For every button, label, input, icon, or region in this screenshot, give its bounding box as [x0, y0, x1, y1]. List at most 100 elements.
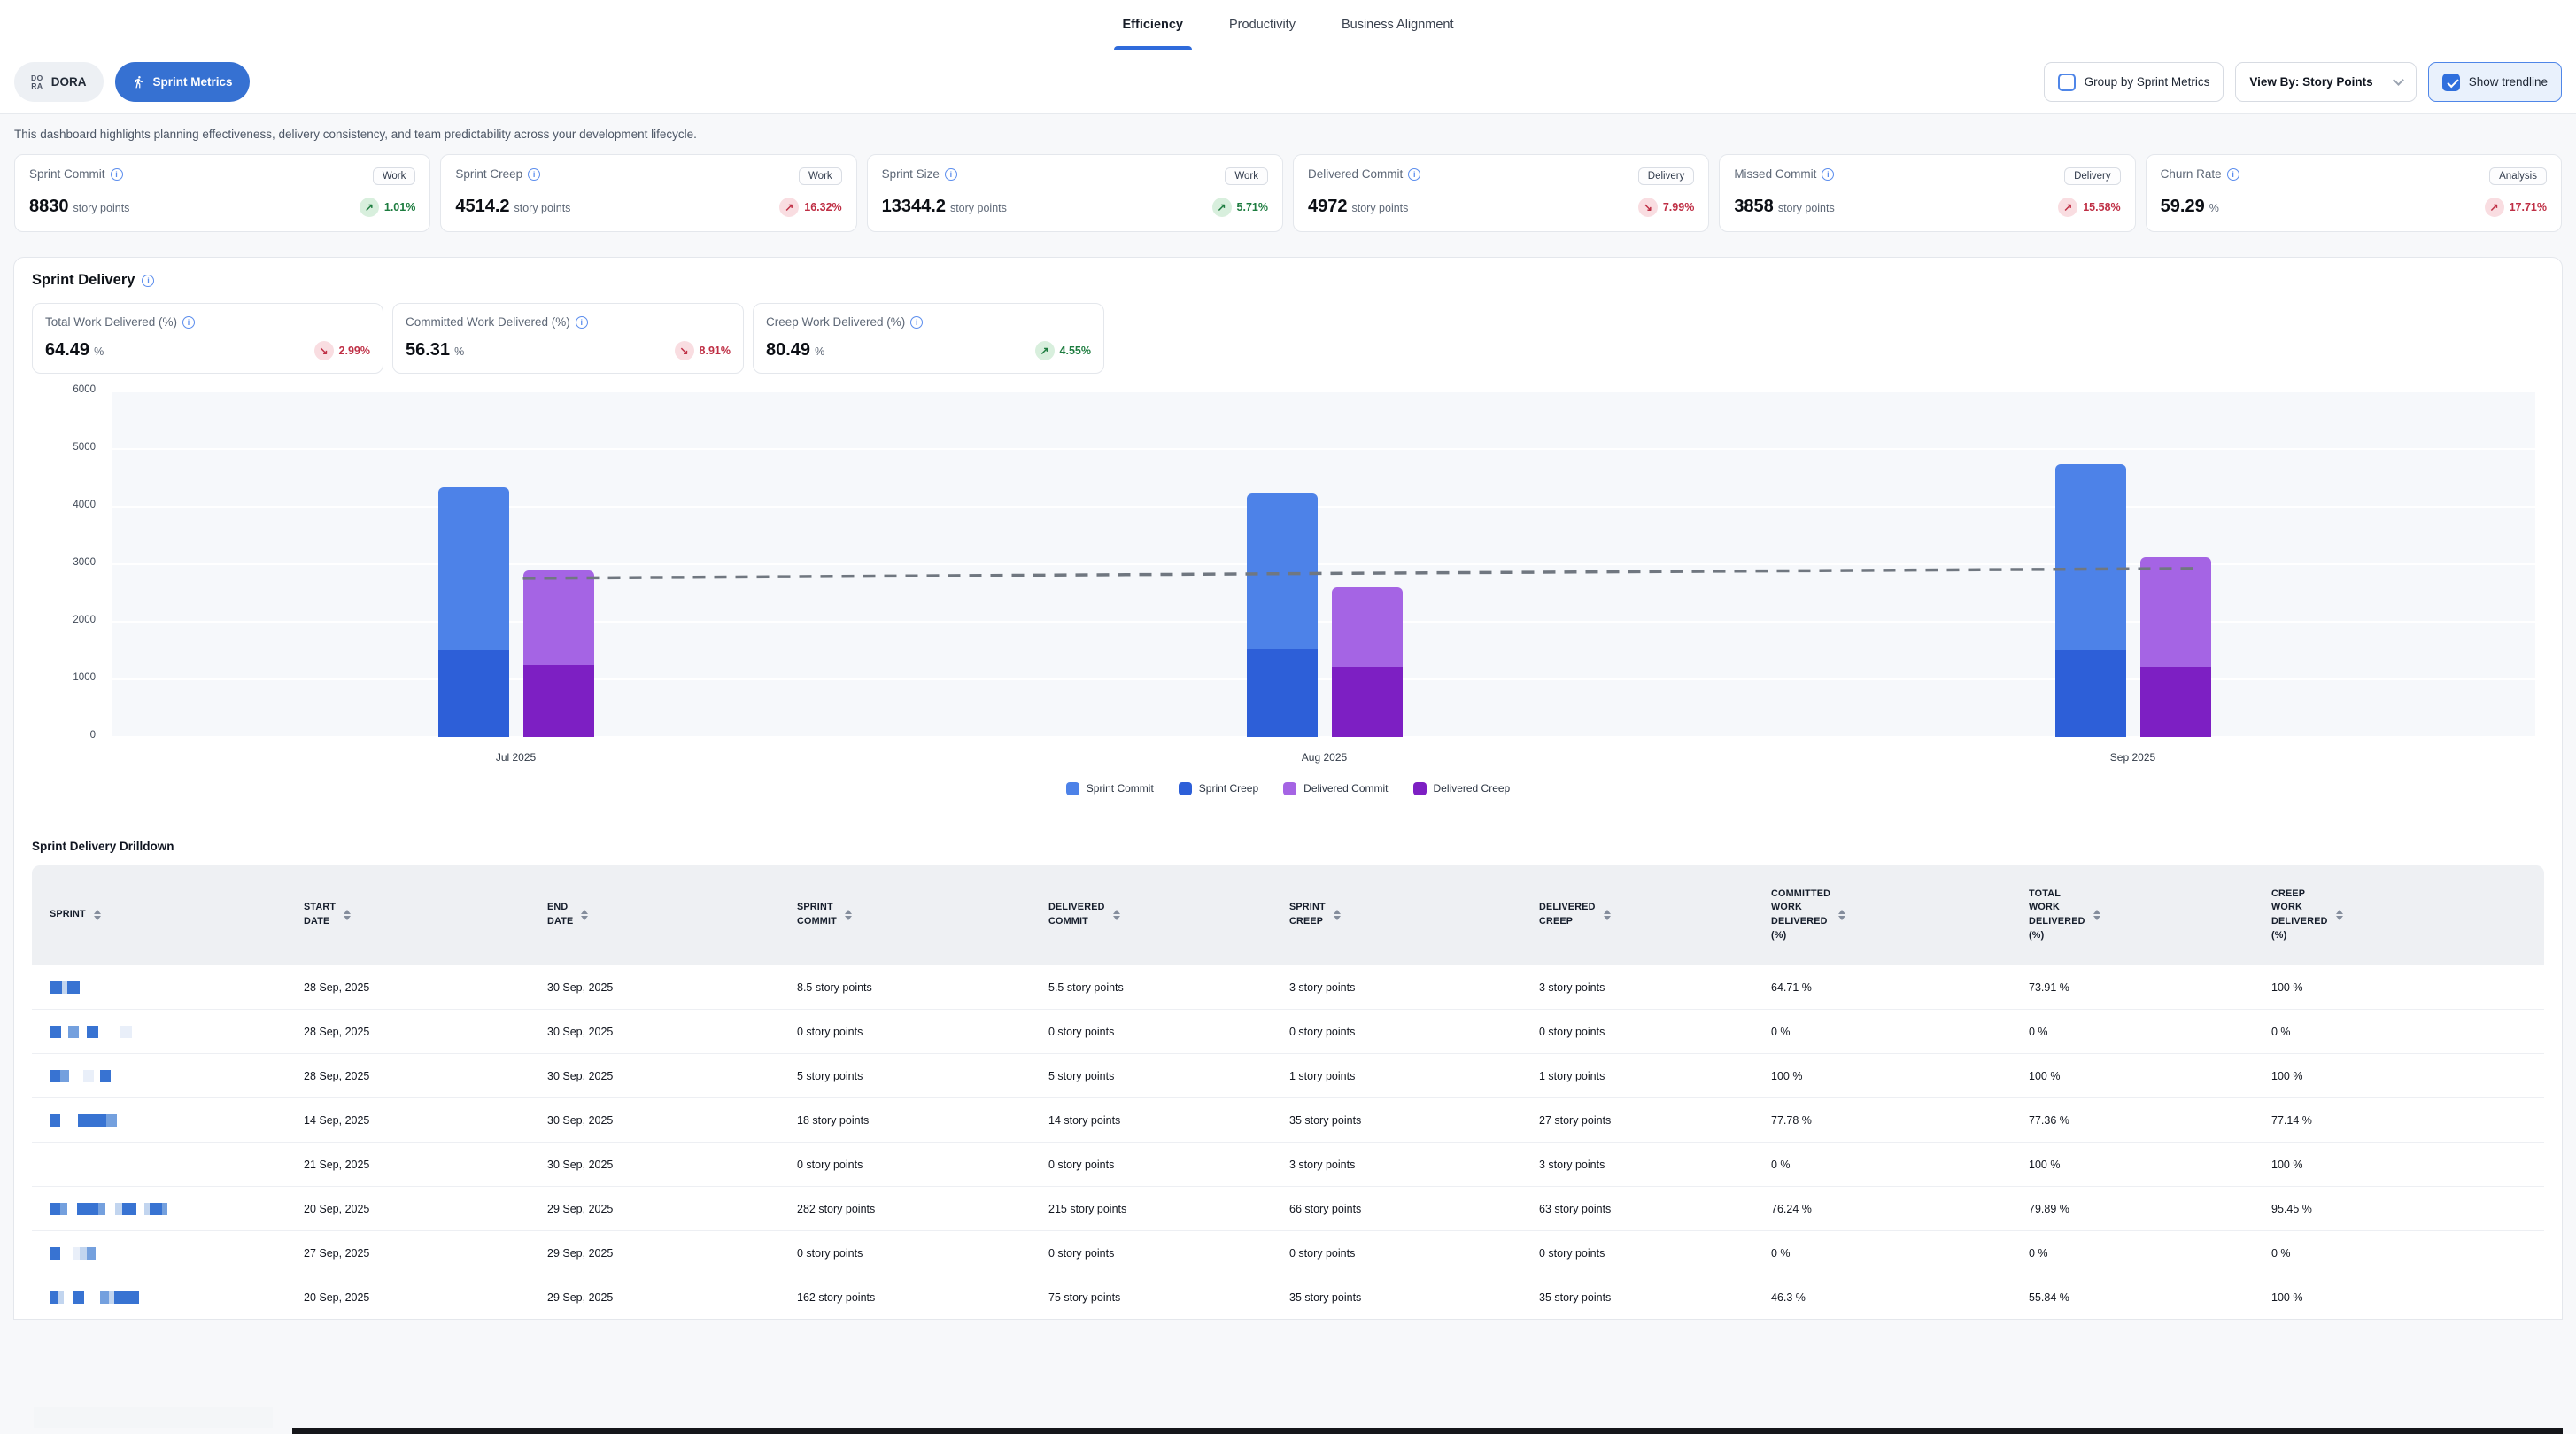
y-axis-tick-label: 5000: [32, 442, 96, 453]
metric-unit: story points: [1351, 202, 1408, 214]
info-icon[interactable]: i: [528, 168, 540, 181]
tab-productivity[interactable]: Productivity: [1226, 0, 1299, 50]
tab-efficiency[interactable]: Efficiency: [1119, 0, 1187, 50]
table-row: 28 Sep, 202530 Sep, 20250 story points0 …: [32, 1009, 2544, 1053]
redaction-block: [64, 1291, 73, 1304]
delivered-bar[interactable]: [1332, 587, 1403, 737]
column-header[interactable]: END DATE: [530, 901, 779, 928]
redacted-sprint-name: [50, 1114, 277, 1127]
redaction-block: [77, 1203, 98, 1215]
info-icon[interactable]: i: [2227, 168, 2239, 181]
sort-icon[interactable]: [1838, 910, 1845, 920]
info-icon[interactable]: i: [111, 168, 123, 181]
column-header[interactable]: DELIVERED CREEP: [1521, 901, 1753, 928]
sprint-creep-cell: 35 story points: [1272, 1114, 1521, 1127]
sort-icon[interactable]: [845, 910, 852, 920]
delivered-bar[interactable]: [523, 570, 594, 737]
delivered-bar[interactable]: [2140, 557, 2211, 737]
creep-pct-cell: 100 %: [2254, 1070, 2544, 1082]
metric-card-header: Sprint SizeiWork: [882, 167, 1268, 185]
committed-pct-cell: 0 %: [1753, 1159, 2011, 1171]
metric-value-row: 59.29%↗17.71%: [2161, 197, 2547, 217]
trend-up-icon: ↗: [1212, 198, 1232, 217]
sort-icon[interactable]: [2093, 910, 2100, 920]
redaction-block: [78, 1114, 106, 1127]
column-header[interactable]: START DATE: [286, 901, 530, 928]
metric-unit: story points: [950, 202, 1007, 214]
committed-pct-cell: 76.24 %: [1753, 1203, 2011, 1215]
total-pct-cell: 73.91 %: [2011, 981, 2254, 994]
sprint-bar[interactable]: [2055, 464, 2126, 737]
legend-item-delivered-commit[interactable]: Delivered Commit: [1283, 782, 1388, 795]
sprint-metrics-toggle-button[interactable]: Sprint Metrics: [115, 62, 250, 102]
info-icon[interactable]: i: [576, 316, 588, 329]
show-trendline-checkbox[interactable]: [2442, 74, 2460, 91]
info-icon[interactable]: i: [182, 316, 195, 329]
column-header[interactable]: COMMITTED WORK DELIVERED (%): [1753, 888, 2011, 943]
redaction-block: [50, 1203, 60, 1215]
dora-toggle-button[interactable]: DO RA DORA: [14, 62, 104, 102]
column-header[interactable]: DELIVERED COMMIT: [1031, 901, 1272, 928]
sort-icon[interactable]: [1334, 910, 1341, 920]
sort-asc-icon: [2093, 910, 2100, 914]
info-icon[interactable]: i: [142, 275, 154, 287]
delta-positive: ↗4.55%: [1035, 341, 1091, 360]
metric-value: 3858story points: [1734, 197, 1834, 217]
delta-negative: ↗17.71%: [2485, 198, 2547, 217]
tab-business-alignment[interactable]: Business Alignment: [1338, 0, 1458, 50]
delivered-commit-cell: 215 story points: [1031, 1203, 1272, 1215]
sort-icon[interactable]: [1113, 910, 1120, 920]
committed-pct-cell: 100 %: [1753, 1070, 2011, 1082]
sprint-bar[interactable]: [438, 487, 509, 737]
tab-business-alignment-label: Business Alignment: [1342, 18, 1454, 32]
view-by-select[interactable]: View By: Story Points: [2235, 62, 2416, 102]
show-trendline-control[interactable]: Show trendline: [2428, 62, 2562, 102]
legend-swatch: [1066, 782, 1079, 795]
info-icon[interactable]: i: [1822, 168, 1834, 181]
column-header[interactable]: CREEP WORK DELIVERED (%): [2254, 888, 2544, 943]
end-cell: 29 Sep, 2025: [530, 1291, 779, 1304]
legend-swatch: [1413, 782, 1427, 795]
total-pct-cell: 0 %: [2011, 1247, 2254, 1260]
info-icon[interactable]: i: [910, 316, 923, 329]
legend-item-delivered-creep[interactable]: Delivered Creep: [1413, 782, 1511, 795]
column-header[interactable]: SPRINT COMMIT: [779, 901, 1031, 928]
subcard-title-text: Total Work Delivered (%): [45, 315, 177, 329]
sort-icon[interactable]: [1604, 910, 1611, 920]
delivered-creep-cell: 0 story points: [1521, 1247, 1753, 1260]
redaction-block: [105, 1203, 115, 1215]
redaction-block: [68, 1026, 79, 1038]
y-axis-tick-label: 2000: [32, 615, 96, 625]
sort-icon[interactable]: [2336, 910, 2343, 920]
horizontal-scrollbar[interactable]: [292, 1428, 2563, 1434]
column-header[interactable]: SPRINT: [32, 908, 286, 922]
delivered-commit-cell: 0 story points: [1031, 1247, 1272, 1260]
end-cell: 30 Sep, 2025: [530, 1159, 779, 1171]
delta-negative: ↘8.91%: [675, 341, 731, 360]
sprint-name-cell: [32, 1070, 286, 1082]
dashboard-content: This dashboard highlights planning effec…: [0, 114, 2576, 1434]
column-header[interactable]: TOTAL WORK DELIVERED (%): [2011, 888, 2254, 943]
column-header[interactable]: SPRINT CREEP: [1272, 901, 1521, 928]
sort-desc-icon: [1113, 916, 1120, 920]
sprint-creep-cell: 1 story points: [1272, 1070, 1521, 1082]
delivered-commit-cell: 75 story points: [1031, 1291, 1272, 1304]
redaction-block: [122, 1203, 136, 1215]
sprint-bar[interactable]: [1247, 493, 1318, 737]
redaction-block: [50, 1070, 60, 1082]
creep-pct-cell: 100 %: [2254, 981, 2544, 994]
info-icon[interactable]: i: [1408, 168, 1420, 181]
creep-pct-cell: 100 %: [2254, 1291, 2544, 1304]
legend-item-sprint-commit[interactable]: Sprint Commit: [1066, 782, 1154, 795]
legend-item-sprint-creep[interactable]: Sprint Creep: [1179, 782, 1258, 795]
sort-icon[interactable]: [344, 910, 351, 920]
metric-value: 8830story points: [29, 197, 129, 217]
info-icon[interactable]: i: [945, 168, 957, 181]
group-by-checkbox[interactable]: [2058, 74, 2076, 91]
sort-icon[interactable]: [94, 910, 101, 920]
group-by-sprint-metrics-control[interactable]: Group by Sprint Metrics: [2044, 62, 2224, 102]
sort-icon[interactable]: [581, 910, 588, 920]
sprint-commit-cell: 282 story points: [779, 1203, 1031, 1215]
metric-unit: story points: [1778, 202, 1835, 214]
subcard-title-text: Committed Work Delivered (%): [406, 315, 570, 329]
